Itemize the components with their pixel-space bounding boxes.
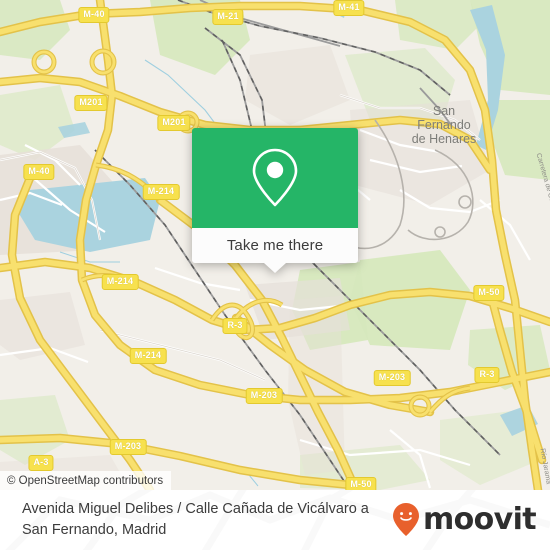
road-shield-m-50: M-50 xyxy=(473,285,505,301)
footer-bar: Avenida Miguel Delibes / Calle Cañada de… xyxy=(0,490,550,550)
moovit-pin-icon xyxy=(392,503,419,536)
map-screenshot: SanFernandode Henares Carretera de Cosla… xyxy=(0,0,550,550)
road-shield-m-40: M-40 xyxy=(78,7,110,23)
road-shield-m-203: M-203 xyxy=(245,388,283,404)
moovit-brand[interactable]: moovit xyxy=(391,502,540,538)
road-shield-m-40: M-40 xyxy=(23,164,55,180)
road-shield-m-21: M-21 xyxy=(212,9,244,25)
map-pin-icon xyxy=(252,148,298,207)
road-shield-m-203: M-203 xyxy=(109,439,147,455)
location-title: Avenida Miguel Delibes / Calle Cañada de… xyxy=(22,501,369,538)
take-me-there-label: Take me there xyxy=(226,237,324,254)
road-shield-m-50: M-50 xyxy=(345,477,377,490)
popup-icon-panel xyxy=(192,128,358,228)
road-shield-m-203: M-203 xyxy=(373,370,411,386)
map-canvas[interactable]: SanFernandode Henares Carretera de Cosla… xyxy=(0,0,550,490)
popup-tail-pointer xyxy=(264,263,286,273)
place-label-san-fernando-de-henares: San Fernando de Henares xyxy=(411,104,477,146)
road-shield-m-214: M-214 xyxy=(129,348,167,364)
road-shield-r-3: R-3 xyxy=(222,318,248,334)
moovit-wordmark: moovit xyxy=(422,502,537,537)
road-shield-m201: M201 xyxy=(157,115,191,131)
road-shield-a-3: A-3 xyxy=(28,455,54,471)
road-shield-m-41: M-41 xyxy=(333,0,365,16)
road-shield-m201: M201 xyxy=(74,95,108,111)
road-shield-m-214: M-214 xyxy=(101,274,139,290)
location-popup[interactable]: Take me there xyxy=(192,128,358,273)
osm-attribution[interactable]: © OpenStreetMap contributors xyxy=(0,471,172,490)
road-shield-r-3: R-3 xyxy=(474,367,500,383)
road-shield-m-214: M-214 xyxy=(142,184,180,200)
popup-cta-panel[interactable]: Take me there xyxy=(192,228,358,273)
